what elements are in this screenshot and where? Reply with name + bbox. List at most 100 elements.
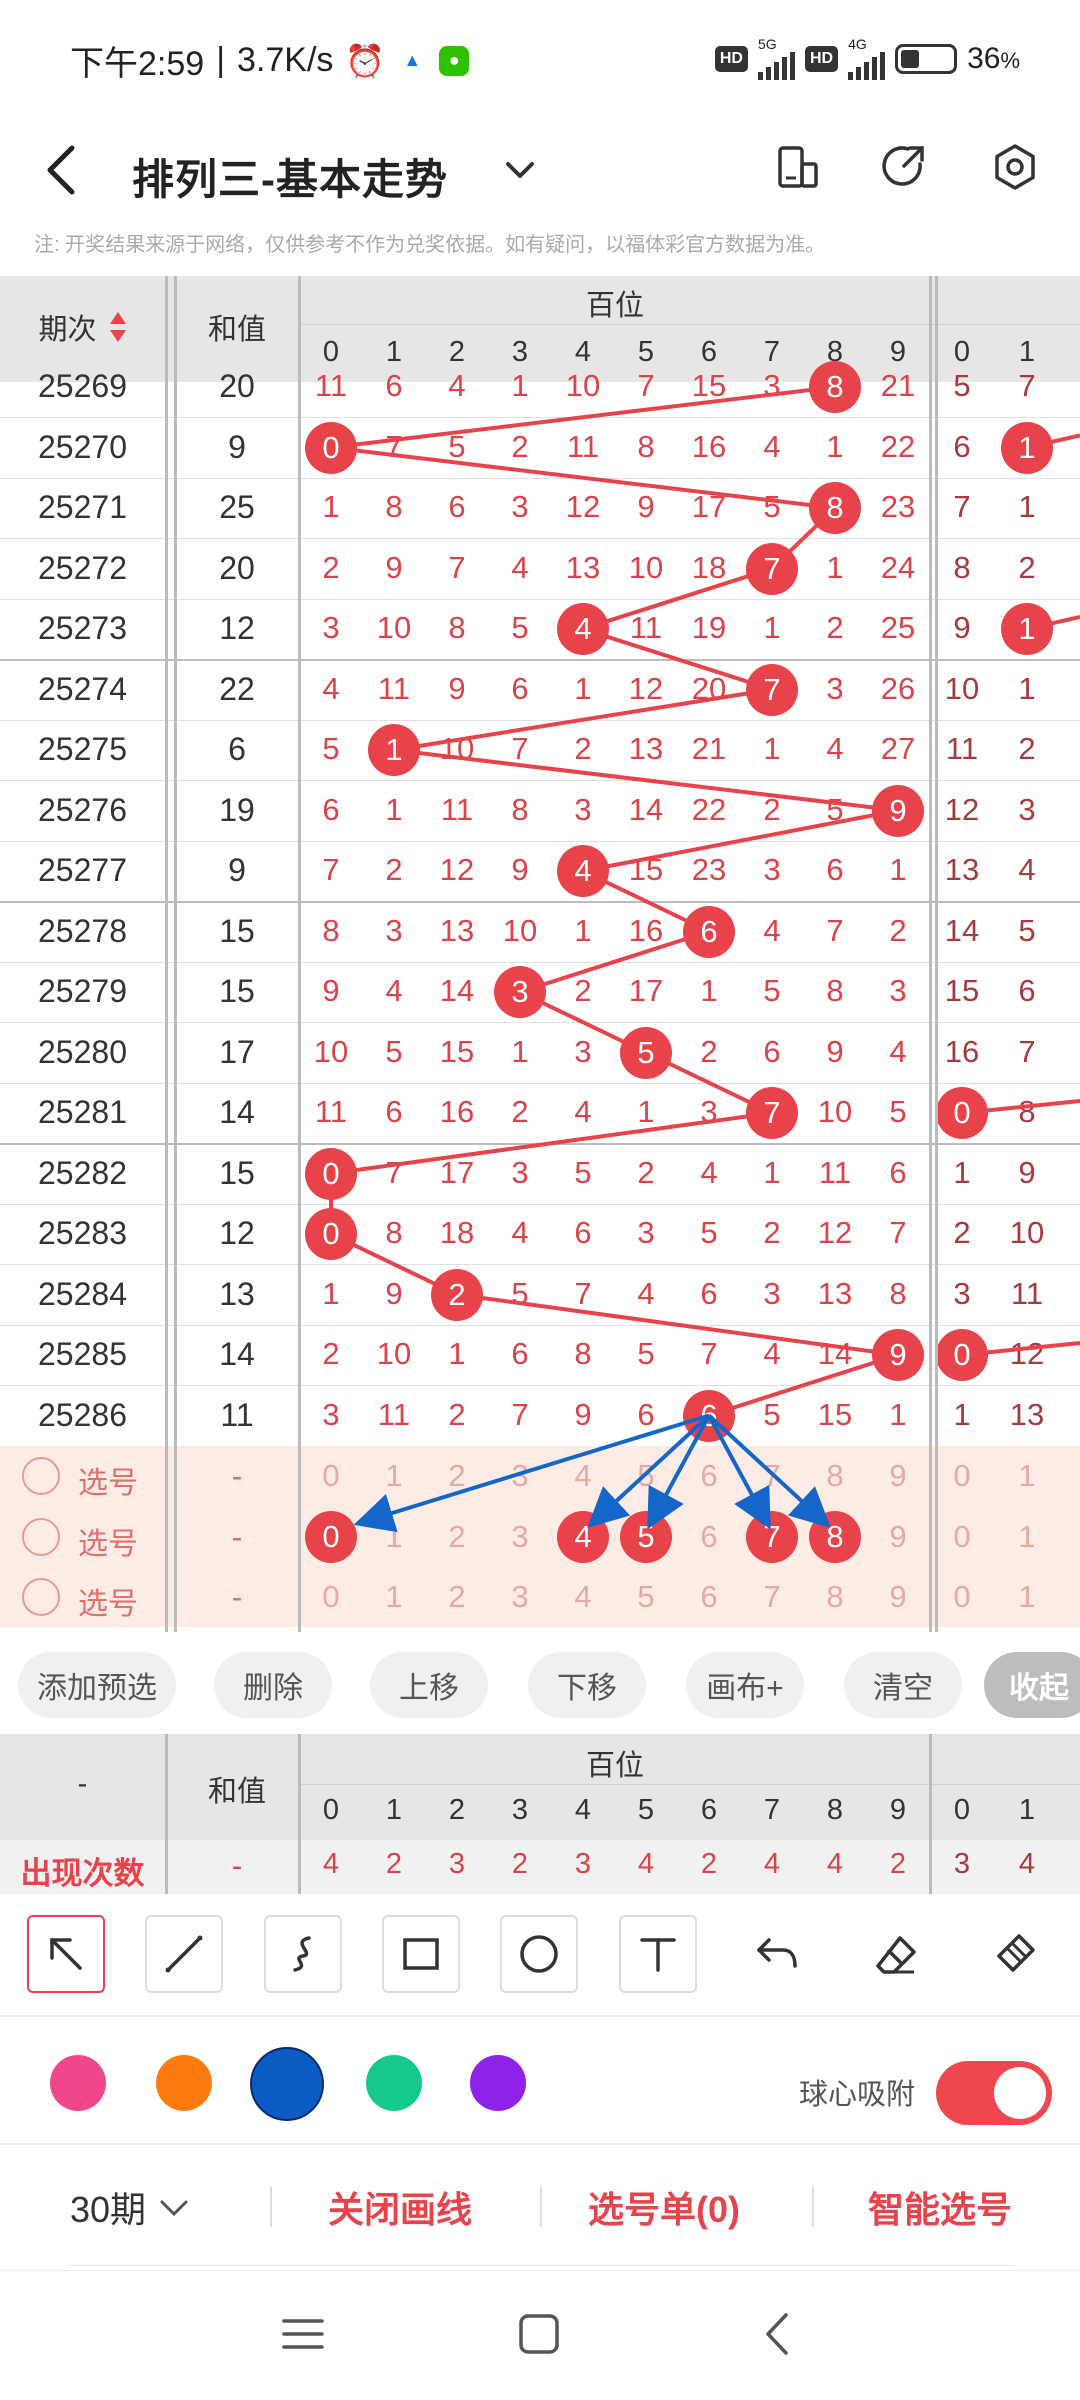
arrow-tool-icon[interactable] — [27, 1915, 105, 1993]
stats-count-next: 4 — [1018, 1848, 1036, 1880]
stats-digit: 8 — [826, 1794, 844, 1826]
text-tool-icon[interactable] — [619, 1915, 697, 1993]
menu-icon[interactable] — [280, 2311, 326, 2362]
color-swatch-purple[interactable] — [470, 2055, 526, 2111]
alarm-icon: ⏰ — [345, 42, 386, 79]
hd-badge: HD — [714, 46, 748, 72]
page-title[interactable]: 排列三-基本走势 — [132, 146, 448, 207]
column-separator — [929, 276, 932, 1632]
column-separator — [935, 276, 938, 1632]
drawn-arrow[interactable] — [707, 1414, 771, 1530]
color-swatch-blue[interactable] — [250, 2047, 324, 2121]
divider — [540, 2187, 542, 2227]
stats-digit: 9 — [889, 1794, 907, 1826]
line-tool-icon[interactable] — [145, 1915, 223, 1993]
delete-button[interactable]: 删除 — [214, 1652, 332, 1718]
stats-digit: 3 — [511, 1794, 529, 1826]
bottom-bar: 30期 关闭画线 选号单(0) 智能选号 — [0, 2147, 1080, 2267]
status-left: 下午2:59 | 3.7K/s ⏰ ▲ ● — [70, 36, 470, 85]
signal-5g-icon: 5G — [757, 37, 795, 80]
smart-pick-button[interactable]: 智能选号 — [868, 2181, 1012, 2233]
chevron-down-icon — [156, 2190, 192, 2235]
column-separator — [165, 276, 168, 1632]
drawn-arrow[interactable] — [707, 1414, 831, 1528]
collapse-button[interactable]: 收起 — [984, 1652, 1080, 1718]
snap-toggle[interactable] — [936, 2061, 1052, 2125]
move-down-button[interactable]: 下移 — [528, 1652, 646, 1718]
column-separator — [174, 276, 177, 1632]
system-nav-bar — [0, 2270, 1080, 2400]
battery-percent: 36% — [967, 42, 1020, 75]
status-time: 下午2:59 — [70, 45, 205, 83]
clear-brush-icon[interactable] — [976, 1915, 1054, 1993]
stats-table: - 和值 百位 0 1 2 3 4 5 6 7 8 9 0 1 出现次数 - 4 2 3 2 3 4 2 4 4 2 3 4 — [0, 1734, 1080, 1894]
signal-4g-icon: 4G — [848, 37, 886, 80]
stats-count: 2 — [700, 1848, 718, 1880]
color-swatch-orange[interactable] — [156, 2055, 212, 2111]
stats-count: 4 — [637, 1848, 655, 1880]
period-select[interactable]: 30期 — [70, 2181, 192, 2235]
circle-tool-icon[interactable] — [500, 1915, 578, 1993]
add-preselect-button[interactable]: 添加预选 — [18, 1652, 176, 1718]
stats-sum-header: 和值 — [207, 1776, 266, 1808]
occurrence-label: 出现次数 — [20, 1856, 145, 1891]
undo-icon[interactable] — [738, 1915, 816, 1993]
toggle-knob — [994, 2067, 1046, 2119]
stats-count: 3 — [448, 1848, 466, 1880]
column-separator — [165, 1734, 168, 1894]
stats-digit: 6 — [700, 1794, 718, 1826]
share-icon[interactable] — [870, 132, 940, 202]
divider — [812, 2187, 814, 2227]
stats-digit: 0 — [322, 1794, 340, 1826]
wechat-icon: ● — [439, 45, 470, 76]
curve-tool-icon[interactable] — [264, 1915, 342, 1993]
canvas-plus-button[interactable]: 画布+ — [686, 1652, 804, 1718]
trend-table: 期次 和值 百位 012345678901 25269 20 11 6 4 1 10 7 15 3… — [0, 276, 1080, 1632]
hd-badge-2: HD — [804, 46, 839, 72]
nav-back-icon[interactable] — [756, 2311, 802, 2362]
column-separator — [929, 1734, 932, 1894]
color-swatch-green[interactable] — [366, 2055, 422, 2111]
chevron-down-icon[interactable] — [500, 138, 540, 200]
stats-count: 4 — [322, 1848, 340, 1880]
close-drawing-button[interactable]: 关闭画线 — [328, 2181, 472, 2233]
stats-digit-next: 0 — [953, 1794, 971, 1826]
stats-digit: 4 — [574, 1794, 592, 1826]
back-arrow-icon[interactable] — [42, 140, 92, 200]
move-up-button[interactable]: 上移 — [370, 1652, 488, 1718]
home-icon[interactable] — [516, 2311, 562, 2362]
occurrence-sum: - — [231, 1848, 243, 1883]
eraser-icon[interactable] — [857, 1915, 935, 1993]
layout-switch-icon[interactable] — [762, 132, 832, 202]
stats-digit: 7 — [763, 1794, 781, 1826]
stats-count-next: 3 — [953, 1848, 971, 1880]
stats-digit: 1 — [385, 1794, 403, 1826]
stats-count: 2 — [385, 1848, 403, 1880]
clear-button[interactable]: 清空 — [844, 1652, 962, 1718]
drawing-toolbar — [0, 1895, 1080, 2015]
stats-dash: - — [77, 1768, 88, 1800]
stats-count: 4 — [763, 1848, 781, 1880]
status-right: HD 5G HD 4G 36% — [714, 37, 1020, 80]
color-swatch-pink[interactable] — [50, 2055, 106, 2111]
pick-list-button[interactable]: 选号单(0) — [588, 2181, 740, 2233]
stats-count: 4 — [826, 1848, 844, 1880]
rect-tool-icon[interactable] — [382, 1915, 460, 1993]
stats-digit: 2 — [448, 1794, 466, 1826]
stats-header-divider — [300, 1784, 1080, 1785]
stats-digit: 5 — [637, 1794, 655, 1826]
drawn-arrows[interactable] — [0, 276, 1080, 1632]
divider — [70, 2265, 1014, 2266]
battery-icon — [895, 44, 958, 74]
settings-icon[interactable] — [980, 132, 1050, 202]
column-separator — [298, 276, 301, 1632]
stats-count: 2 — [511, 1848, 529, 1880]
status-speed: 3.7K/s — [237, 41, 334, 79]
stats-count: 2 — [889, 1848, 907, 1880]
drawn-arrow[interactable] — [353, 1413, 710, 1533]
column-separator — [298, 1734, 301, 1894]
stats-group-header: 百位 — [585, 1750, 644, 1782]
disclaimer-note: 注: 开奖结果来源于网络，仅供参考不作为兑奖依据。如有疑问，以福体彩官方数据为准… — [34, 234, 826, 256]
color-row: 球心吸附 — [0, 2015, 1080, 2145]
stats-digit-next: 1 — [1018, 1794, 1036, 1826]
